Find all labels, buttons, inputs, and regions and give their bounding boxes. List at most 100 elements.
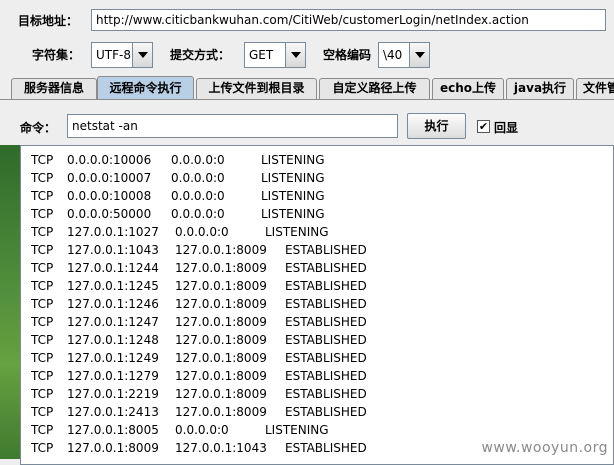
output-local-address: 127.0.0.1:2413 [67, 405, 159, 419]
output-state: LISTENING [265, 423, 329, 437]
output-remote-address: 0.0.0.0:0 [175, 423, 229, 437]
output-state: ESTABLISHED [285, 297, 367, 311]
output-local-address: 127.0.0.1:8005 [67, 423, 159, 437]
chevron-down-icon [291, 52, 301, 58]
tab-bar: 服务器信息 远程命令执行 上传文件到根目录 自定义路径上传 echo上传 jav… [0, 76, 614, 100]
output-proto: TCP [31, 171, 54, 185]
output-remote-address: 127.0.0.1:8009 [175, 261, 267, 275]
space-encoding-select[interactable]: \40 [378, 42, 430, 68]
output-row: TCP 127.0.0.1:1246 127.0.0.1:8009 ESTABLISH… [21, 295, 611, 313]
output-proto: TCP [31, 333, 54, 347]
output-row: TCP 0.0.0.0:50000 0.0.0.0:0 LISTENING [21, 205, 611, 223]
method-dropdown-button[interactable] [285, 43, 305, 67]
command-output-area[interactable]: TCP 0.0.0.0:10006 0.0.0.0:0 LISTENING TCP 0.0… [20, 145, 614, 465]
charset-select[interactable]: UTF-8 [91, 42, 153, 68]
output-proto: TCP [31, 261, 54, 275]
output-proto: TCP [31, 297, 54, 311]
tab-file-manager[interactable]: 文件管 [576, 78, 614, 99]
command-input[interactable]: netstat -an [67, 114, 398, 138]
output-row: TCP 127.0.0.1:1279 127.0.0.1:8009 ESTABLISH… [21, 367, 611, 385]
execute-button[interactable]: 执行 [407, 113, 466, 139]
output-remote-address: 127.0.0.1:8009 [175, 351, 267, 365]
chevron-down-icon [415, 52, 425, 58]
output-state: LISTENING [261, 153, 325, 167]
desktop-background [0, 145, 20, 459]
output-proto: TCP [31, 441, 54, 455]
output-proto: TCP [31, 279, 54, 293]
output-remote-address: 127.0.0.1:8009 [175, 333, 267, 347]
output-local-address: 127.0.0.1:1244 [67, 261, 159, 275]
output-proto: TCP [31, 387, 54, 401]
command-label: 命令： [20, 121, 57, 135]
tab-custom-upload[interactable]: 自定义路径上传 [319, 78, 430, 99]
charset-label: 字符集： [32, 48, 81, 62]
output-remote-address: 127.0.0.1:8009 [175, 315, 267, 329]
tab-server-info[interactable]: 服务器信息 [11, 78, 97, 99]
method-label: 提交方式： [170, 48, 231, 62]
tab-remote-command[interactable]: 远程命令执行 [97, 76, 194, 100]
output-row: TCP 0.0.0.0:10008 0.0.0.0:0 LISTENING [21, 187, 611, 205]
output-proto: TCP [31, 225, 54, 239]
charset-dropdown-button[interactable] [132, 43, 152, 67]
output-proto: TCP [31, 369, 54, 383]
target-url-label: 目标地址： [18, 14, 79, 28]
output-local-address: 127.0.0.1:1245 [67, 279, 159, 293]
output-state: LISTENING [261, 189, 325, 203]
output-state: ESTABLISHED [285, 369, 367, 383]
space-encoding-value: \40 [383, 48, 403, 62]
space-encoding-dropdown-button[interactable] [409, 43, 429, 67]
output-row: TCP 127.0.0.1:1249 127.0.0.1:8009 ESTABLISH… [21, 349, 611, 367]
output-state: LISTENING [261, 171, 325, 185]
output-local-address: 127.0.0.1:1247 [67, 315, 159, 329]
tab-echo-upload[interactable]: echo上传 [432, 78, 504, 99]
output-remote-address: 127.0.0.1:8009 [175, 369, 267, 383]
output-row: TCP 127.0.0.1:1043 127.0.0.1:8009 ESTABLISH… [21, 241, 611, 259]
method-value: GET [249, 48, 274, 62]
echo-checkbox[interactable]: ✔ [477, 120, 490, 133]
output-remote-address: 127.0.0.1:8009 [175, 279, 267, 293]
output-row: TCP 127.0.0.1:1027 0.0.0.0:0 LISTENING [21, 223, 611, 241]
tab-java-exec[interactable]: java执行 [506, 78, 574, 99]
output-remote-address: 0.0.0.0:0 [171, 171, 225, 185]
output-state: ESTABLISHED [285, 405, 367, 419]
output-local-address: 127.0.0.1:1027 [67, 225, 159, 239]
output-state: ESTABLISHED [285, 261, 367, 275]
echo-label: 回显 [494, 121, 519, 135]
space-encoding-label: 空格编码 [323, 48, 372, 62]
output-remote-address: 127.0.0.1:8009 [175, 243, 267, 257]
target-url-input[interactable]: http://www.citicbankwuhan.com/CitiWeb/cu… [91, 9, 606, 31]
output-remote-address: 0.0.0.0:0 [171, 153, 225, 167]
output-proto: TCP [31, 405, 54, 419]
method-select[interactable]: GET [244, 42, 306, 68]
output-state: ESTABLISHED [285, 279, 367, 293]
output-local-address: 127.0.0.1:2219 [67, 387, 159, 401]
output-remote-address: 127.0.0.1:1043 [175, 441, 267, 455]
output-local-address: 0.0.0.0:50000 [67, 207, 152, 221]
output-state: ESTABLISHED [285, 387, 367, 401]
output-state: ESTABLISHED [285, 351, 367, 365]
tab-divider [0, 99, 614, 100]
output-state: ESTABLISHED [285, 333, 367, 347]
charset-value: UTF-8 [96, 48, 131, 62]
output-proto: TCP [31, 315, 54, 329]
output-state: LISTENING [265, 225, 329, 239]
output-local-address: 127.0.0.1:1248 [67, 333, 159, 347]
output-remote-address: 0.0.0.0:0 [171, 189, 225, 203]
output-row: TCP 127.0.0.1:8005 0.0.0.0:0 LISTENING [21, 421, 611, 439]
output-proto: TCP [31, 243, 54, 257]
output-proto: TCP [31, 351, 54, 365]
output-row: TCP 127.0.0.1:1244 127.0.0.1:8009 ESTABLISH… [21, 259, 611, 277]
output-remote-address: 0.0.0.0:0 [175, 225, 229, 239]
output-state: ESTABLISHED [285, 243, 367, 257]
output-proto: TCP [31, 189, 54, 203]
output-state: LISTENING [261, 207, 325, 221]
output-local-address: 0.0.0.0:10006 [67, 153, 152, 167]
output-proto: TCP [31, 207, 54, 221]
output-local-address: 127.0.0.1:1246 [67, 297, 159, 311]
output-state: ESTABLISHED [285, 441, 367, 455]
tab-upload-root[interactable]: 上传文件到根目录 [196, 78, 317, 99]
output-row: TCP 127.0.0.1:1245 127.0.0.1:8009 ESTABLISH… [21, 277, 611, 295]
output-remote-address: 127.0.0.1:8009 [175, 405, 267, 419]
output-row: TCP 0.0.0.0:10007 0.0.0.0:0 LISTENING [21, 169, 611, 187]
output-local-address: 127.0.0.1:1043 [67, 243, 159, 257]
